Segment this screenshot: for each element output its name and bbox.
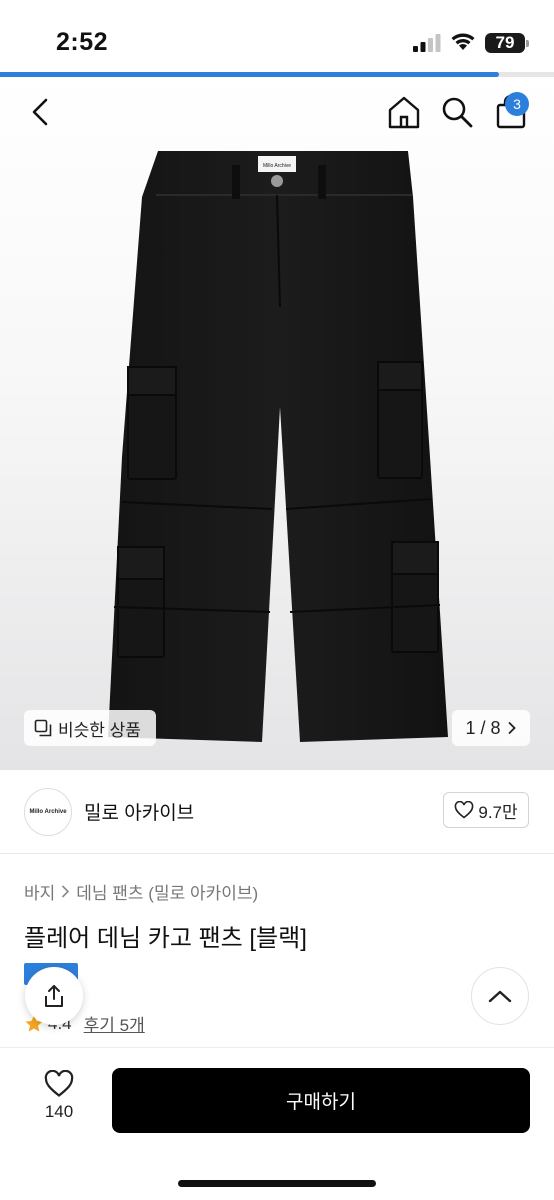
svg-text:Millo Archive: Millo Archive xyxy=(263,163,291,169)
chevron-right-icon xyxy=(508,722,516,734)
product-image-gallery[interactable]: Millo Archive xyxy=(0,77,554,770)
wifi-icon xyxy=(451,33,475,50)
shop-like-button[interactable]: 9.7만 xyxy=(443,792,529,828)
image-pager[interactable]: 1 / 8 xyxy=(452,710,530,746)
shop-logo[interactable]: Millo Archive xyxy=(24,788,72,836)
breadcrumb-item-subcategory[interactable]: 데님 팬츠 (밀로 아카이브) xyxy=(76,879,258,904)
bottom-action-bar: 140 구매하기 xyxy=(0,1047,554,1200)
buy-button[interactable]: 구매하기 xyxy=(112,1068,530,1133)
heart-icon xyxy=(44,1070,74,1097)
scroll-to-top-button[interactable] xyxy=(471,967,529,1025)
wishlist-count: 140 xyxy=(44,1102,74,1121)
chevron-up-icon xyxy=(488,990,512,1003)
cart-count-badge: 3 xyxy=(505,92,529,116)
breadcrumb: 바지 데님 팬츠 (밀로 아카이브) xyxy=(24,879,258,904)
copy-icon xyxy=(34,719,52,737)
product-title: 플레어 데님 카고 팬츠 [블랙] xyxy=(24,925,307,952)
cellular-signal-icon xyxy=(413,34,441,52)
image-pager-text: 1 / 8 xyxy=(465,717,501,738)
similar-products-label: 비슷한 상품 xyxy=(58,720,141,740)
share-icon xyxy=(45,985,63,1007)
reviews-link[interactable]: 후기 5개 xyxy=(84,1011,145,1036)
shop-row[interactable]: Millo Archive 밀로 아카이브 9.7만 xyxy=(0,770,554,854)
shop-like-count: 9.7만 xyxy=(478,802,518,822)
home-icon[interactable] xyxy=(386,94,422,130)
status-time: 2:52 xyxy=(56,28,109,56)
battery-indicator: 79 xyxy=(485,33,529,53)
status-bar: 2:52 79 xyxy=(0,0,554,74)
shop-name[interactable]: 밀로 아카이브 xyxy=(84,798,194,825)
breadcrumb-item-category[interactable]: 바지 xyxy=(24,879,55,904)
wishlist-button[interactable]: 140 xyxy=(30,1070,88,1132)
product-photo-cargo-pants: Millo Archive xyxy=(108,151,448,742)
similar-products-button[interactable]: 비슷한 상품 xyxy=(24,710,156,746)
heart-icon xyxy=(455,801,474,819)
search-icon[interactable] xyxy=(440,94,474,130)
share-button[interactable] xyxy=(25,967,83,1025)
home-indicator xyxy=(178,1180,376,1187)
chevron-right-icon xyxy=(62,885,70,898)
back-icon[interactable] xyxy=(26,94,58,130)
